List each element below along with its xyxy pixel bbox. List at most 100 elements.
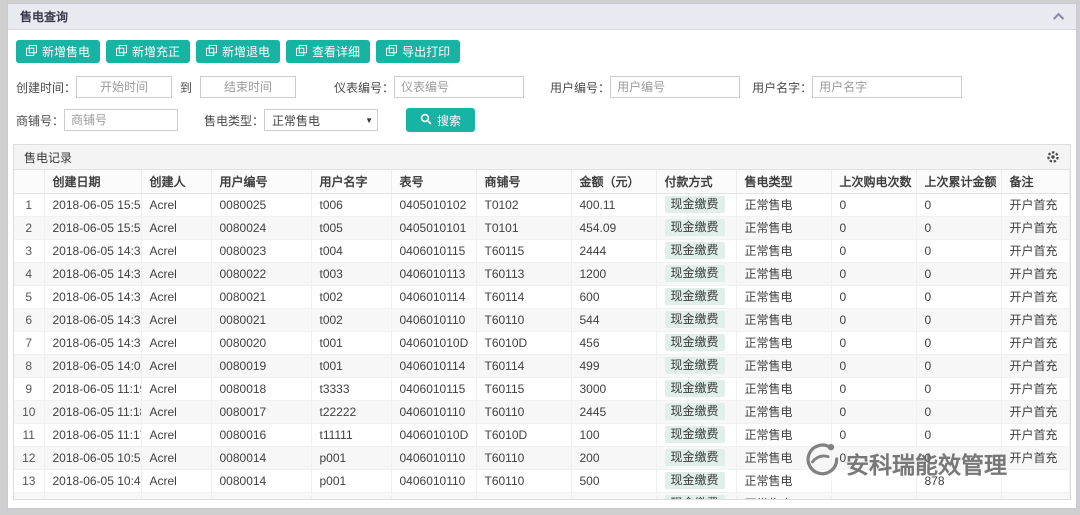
table-cell: 2018-06-05 14:31:3: [44, 308, 141, 331]
column-header: 创建人: [141, 170, 211, 193]
table-cell: [1001, 469, 1070, 492]
meter-no-input[interactable]: [394, 76, 524, 98]
table-row[interactable]: 42018-06-05 14:33:0Acrel0080022t00304060…: [14, 262, 1070, 285]
user-no-label: 用户编号：: [550, 79, 610, 96]
row-index: 1: [14, 193, 44, 216]
table-row[interactable]: 142018-06-05 10:4Acrel0080014p0010406010…: [14, 492, 1070, 500]
table-row[interactable]: 72018-06-05 14:30:1Acrel0080020t00104060…: [14, 331, 1070, 354]
table-cell: t005: [311, 216, 391, 239]
table-cell: 040601010D: [391, 331, 476, 354]
add-sale-button[interactable]: 新增售电: [16, 40, 100, 63]
records-panel-header: 售电记录: [14, 145, 1070, 170]
table-row[interactable]: 22018-06-05 15:50:1Acrel0080024t00504050…: [14, 216, 1070, 239]
table-cell: 0: [831, 285, 916, 308]
table-cell: 2018-06-05 14:30:1: [44, 331, 141, 354]
button-label: 新增退电: [222, 43, 270, 60]
table-row[interactable]: 132018-06-05 10:49:5Acrel0080014p0010406…: [14, 469, 1070, 492]
records-section-title: 售电记录: [24, 149, 72, 166]
table-cell: 0: [831, 377, 916, 400]
table-cell: 499: [571, 354, 656, 377]
table-cell: 0406010110: [391, 492, 476, 500]
column-settings-gear-icon[interactable]: [1046, 150, 1060, 164]
end-time-input[interactable]: [200, 76, 296, 98]
button-label: 新增售电: [42, 43, 90, 60]
table-row[interactable]: 102018-06-05 11:18:4Acrel0080017t2222204…: [14, 400, 1070, 423]
sale-type-select[interactable]: 正常售电 ▼: [264, 109, 378, 131]
table-cell: 正常售电: [736, 469, 831, 492]
row-index: 9: [14, 377, 44, 400]
table-cell: 1200: [571, 262, 656, 285]
user-no-input[interactable]: [610, 76, 740, 98]
collapse-panel-icon[interactable]: [1053, 12, 1064, 23]
table-row[interactable]: 122018-06-05 10:53:0Acrel0080014p0010406…: [14, 446, 1070, 469]
payment-method-badge: 现金缴费: [665, 472, 725, 489]
table-cell: 0: [916, 331, 1001, 354]
table-cell: 正常售电: [736, 400, 831, 423]
table-row[interactable]: 92018-06-05 11:19:0Acrel0080018t33330406…: [14, 377, 1070, 400]
table-cell: 正常售电: [736, 193, 831, 216]
search-button[interactable]: 搜索: [406, 108, 475, 132]
add-recharge-correction-button[interactable]: 新增充正: [106, 40, 190, 63]
button-label: 导出打印: [402, 43, 450, 60]
table-cell: 200: [571, 446, 656, 469]
table-cell: Acrel: [141, 400, 211, 423]
table-cell: 0080021: [211, 308, 311, 331]
table-row[interactable]: 12018-06-05 15:51:1Acrel0080025t00604050…: [14, 193, 1070, 216]
export-print-button[interactable]: 导出打印: [376, 40, 460, 63]
user-name-input[interactable]: [812, 76, 962, 98]
payment-method-badge: 现金缴费: [665, 242, 725, 259]
copy-icon: [26, 45, 37, 59]
column-header: 表号: [391, 170, 476, 193]
table-cell: 0: [916, 239, 1001, 262]
column-header: 金额（元）: [571, 170, 656, 193]
table-cell: 现金缴费: [656, 331, 736, 354]
payment-method-badge: 现金缴费: [665, 403, 725, 420]
table-cell: 0080014: [211, 492, 311, 500]
table-cell: 456: [571, 331, 656, 354]
table-cell: 2018-06-05 10:49:5: [44, 469, 141, 492]
table-cell: p001: [311, 469, 391, 492]
table-cell: 现金缴费: [656, 216, 736, 239]
table-cell: 2018-06-05 10:4: [44, 492, 141, 500]
view-detail-button[interactable]: 查看详细: [286, 40, 370, 63]
table-row[interactable]: 82018-06-05 14:05:1Acrel0080019t00104060…: [14, 354, 1070, 377]
table-cell: 0: [831, 354, 916, 377]
sale-type-value: 正常售电: [272, 112, 320, 129]
row-index: 2: [14, 216, 44, 239]
table-cell: 正常售电: [736, 308, 831, 331]
chevron-down-icon: ▼: [365, 116, 373, 125]
table-cell: 开户首充: [1001, 423, 1070, 446]
column-header: 商铺号: [476, 170, 571, 193]
table-row[interactable]: 62018-06-05 14:31:3Acrel0080021t00204060…: [14, 308, 1070, 331]
table-cell: T60110: [476, 308, 571, 331]
payment-method-badge: 现金缴费: [665, 265, 725, 282]
column-header: 上次购电次数: [831, 170, 916, 193]
table-row[interactable]: 112018-06-05 11:17:5Acrel0080016t1111104…: [14, 423, 1070, 446]
table-cell: 0: [916, 377, 1001, 400]
table-cell: 0: [916, 423, 1001, 446]
table-cell: 0: [916, 354, 1001, 377]
start-time-input[interactable]: [76, 76, 172, 98]
table-cell: 正常售电: [736, 285, 831, 308]
table-cell: T60110: [476, 400, 571, 423]
table-cell: Acrel: [141, 193, 211, 216]
table-cell: t006: [311, 193, 391, 216]
payment-method-badge: 现金缴费: [665, 288, 725, 305]
copy-icon: [386, 45, 397, 59]
table-row[interactable]: 52018-06-05 14:31:3Acrel0080021t00204060…: [14, 285, 1070, 308]
table-cell: 现金缴费: [656, 262, 736, 285]
row-index: 8: [14, 354, 44, 377]
add-refund-button[interactable]: 新增退电: [196, 40, 280, 63]
table-cell: 0405010102: [391, 193, 476, 216]
table-cell: 开户首充: [1001, 377, 1070, 400]
table-row[interactable]: 32018-06-05 14:33:2Acrel0080023t00404060…: [14, 239, 1070, 262]
sale-query-window: 售电查询 新增售电 新增充正 新增退电 查看详细 导出打印: [7, 3, 1077, 509]
table-cell: T0102: [476, 193, 571, 216]
shop-no-input[interactable]: [64, 109, 178, 131]
table-cell: 0080014: [211, 446, 311, 469]
table-cell: Acrel: [141, 308, 211, 331]
table-cell: 现金缴费: [656, 285, 736, 308]
payment-method-badge: 现金缴费: [665, 426, 725, 443]
column-header: 上次累计金额: [916, 170, 1001, 193]
table-cell: 878: [916, 469, 1001, 492]
